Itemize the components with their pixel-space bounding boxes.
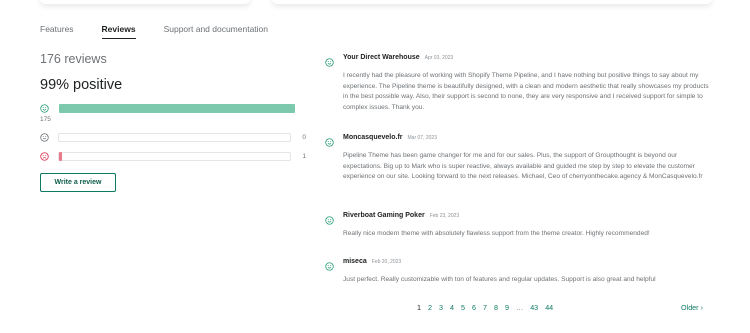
review-item: miseca Feb 20, 2023 Just perfect. Really… [325,258,710,288]
review-count: 176 reviews [40,52,107,66]
review-item: Your Direct Warehouse Apr 03, 2023 I rec… [325,54,710,134]
page-link[interactable]: 6 [472,303,476,312]
page-link[interactable]: 7 [483,303,487,312]
review-date: Feb 20, 2023 [371,259,402,265]
older-reviews-link[interactable]: Older › [681,303,703,312]
page-link[interactable]: 3 [439,303,443,312]
positive-percentage: 99% positive [40,77,123,93]
rating-bar-track [58,132,291,142]
top-card-edge-right [272,0,712,4]
smile-face-icon [325,134,334,147]
sad-face-icon [40,151,49,161]
rating-bar-negative: 1 [40,150,306,162]
rating-bar-fill [59,103,295,113]
top-card-edge-left [40,0,250,4]
write-review-button[interactable]: Write a review [40,173,116,192]
review-item: Moncasquevelo.fr Mar 07, 2023 Pipeline T… [325,134,710,212]
tab-reviews[interactable]: Reviews [101,24,136,39]
rating-bar-neutral: 0 [40,131,306,143]
tab-features[interactable]: Features [40,24,74,39]
review-item: Riverboat Gaming Poker Feb 23, 2023 Real… [325,212,710,258]
rating-bar-track [58,151,291,161]
reviewer-name: Riverboat Gaming Poker [343,212,425,219]
page-link-current[interactable]: 1 [417,303,421,312]
review-date: Feb 23, 2023 [429,213,460,219]
neutral-face-icon [40,132,49,142]
pagination: 1 2 3 4 5 6 7 8 9 … 43 44 [417,303,560,312]
page-ellipsis: … [516,303,524,312]
reviewer-name: miseca [343,258,367,265]
page-link[interactable]: 43 [530,303,538,312]
rating-bar-fill [59,151,62,161]
smile-face-icon [325,54,334,67]
smile-face-icon [40,103,49,113]
page-link[interactable]: 5 [461,303,465,312]
review-text: Just perfect. Really customizable with t… [343,276,656,283]
reviewer-name: Moncasquevelo.fr [343,134,403,141]
page-link[interactable]: 2 [428,303,432,312]
page-link[interactable]: 8 [494,303,498,312]
review-text: I recently had the pleasure of working w… [343,72,709,111]
page-link[interactable]: 9 [505,303,509,312]
review-summary: 176 reviews 99% positive 175 0 1 [40,52,306,162]
smile-face-icon [325,212,334,225]
tab-bar: Features Reviews Support and documentati… [40,24,296,39]
review-text: Really nice modern theme with absolutely… [343,230,650,237]
review-list: Your Direct Warehouse Apr 03, 2023 I rec… [325,54,710,288]
page-link[interactable]: 4 [450,303,454,312]
review-date: Mar 07, 2023 [407,135,437,141]
rating-bar-track [58,103,296,113]
reviewer-name: Your Direct Warehouse [343,54,420,61]
smile-face-icon [325,258,334,271]
rating-count-negative: 1 [302,152,306,160]
review-date: Apr 03, 2023 [424,55,454,61]
rating-count-neutral: 0 [302,133,306,141]
page-link[interactable]: 44 [545,303,553,312]
rating-count-positive: 175 [40,116,51,123]
rating-bar-positive [40,102,306,114]
review-text: Pipeline Theme has been game changer for… [343,152,703,180]
tab-support-and-documentation[interactable]: Support and documentation [164,24,268,39]
